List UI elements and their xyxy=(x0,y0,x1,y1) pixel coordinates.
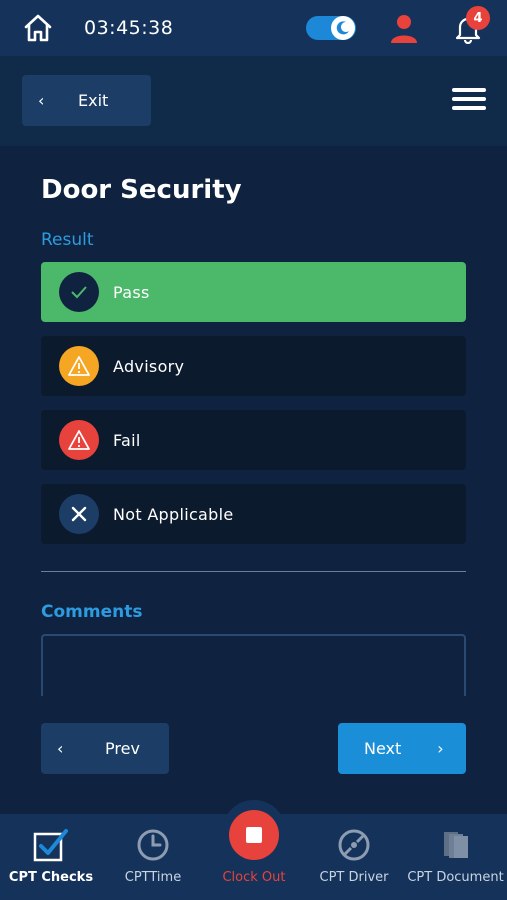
chevron-left-icon: ‹ xyxy=(38,91,45,110)
nav-label: CPTTime xyxy=(124,870,182,885)
stop-icon xyxy=(246,827,262,843)
clock-icon xyxy=(137,829,169,861)
nav-cpt-checks[interactable]: CPT Checks xyxy=(0,814,102,900)
prev-label: Prev xyxy=(105,739,140,758)
comments-input[interactable] xyxy=(41,634,466,696)
option-advisory[interactable]: Advisory xyxy=(41,336,466,396)
nav-cpt-driver[interactable]: CPT Driver xyxy=(304,814,404,900)
user-icon[interactable] xyxy=(388,12,420,44)
next-button[interactable]: Next › xyxy=(338,723,466,774)
exit-button[interactable]: ‹ Exit xyxy=(22,75,151,126)
option-label: Fail xyxy=(113,430,141,450)
status-bar: 03:45:38 4 xyxy=(0,0,507,56)
chevron-right-icon: › xyxy=(437,739,444,758)
prev-button[interactable]: ‹ Prev xyxy=(41,723,169,774)
steering-wheel-icon xyxy=(338,829,370,861)
option-fail[interactable]: Fail xyxy=(41,410,466,470)
option-not-applicable[interactable]: Not Applicable xyxy=(41,484,466,544)
checkbox-icon xyxy=(33,829,68,862)
nav-cpt-time[interactable]: CPTTime xyxy=(102,814,204,900)
option-label: Pass xyxy=(113,282,150,302)
home-icon[interactable] xyxy=(22,12,54,44)
warning-icon xyxy=(59,346,99,386)
comments-label: Comments xyxy=(41,602,143,622)
nav-label: CPT Driver xyxy=(319,870,389,885)
notification-badge: 4 xyxy=(466,6,490,30)
exit-label: Exit xyxy=(78,91,109,110)
chevron-left-icon: ‹ xyxy=(57,739,64,758)
result-label: Result xyxy=(41,230,94,250)
nav-label: CPT Checks xyxy=(8,870,94,885)
nav-cpt-document[interactable]: CPT Document xyxy=(404,814,507,900)
page-title: Door Security xyxy=(41,175,242,205)
hamburger-menu-icon[interactable] xyxy=(452,88,486,112)
nav-label: CPT Document xyxy=(407,870,504,885)
check-icon xyxy=(59,272,99,312)
header: ‹ Exit xyxy=(0,56,507,146)
nav-label: Clock Out xyxy=(222,870,286,885)
warning-icon xyxy=(59,420,99,460)
moon-icon xyxy=(331,16,355,40)
next-label: Next xyxy=(364,739,402,758)
clock-out-button[interactable] xyxy=(229,810,279,860)
document-icon xyxy=(444,832,468,858)
close-icon xyxy=(59,494,99,534)
status-time: 03:45:38 xyxy=(84,17,174,39)
option-pass[interactable]: Pass xyxy=(41,262,466,322)
dark-mode-toggle[interactable] xyxy=(306,16,356,40)
divider xyxy=(41,571,466,572)
option-label: Advisory xyxy=(113,356,185,376)
option-label: Not Applicable xyxy=(113,504,234,524)
